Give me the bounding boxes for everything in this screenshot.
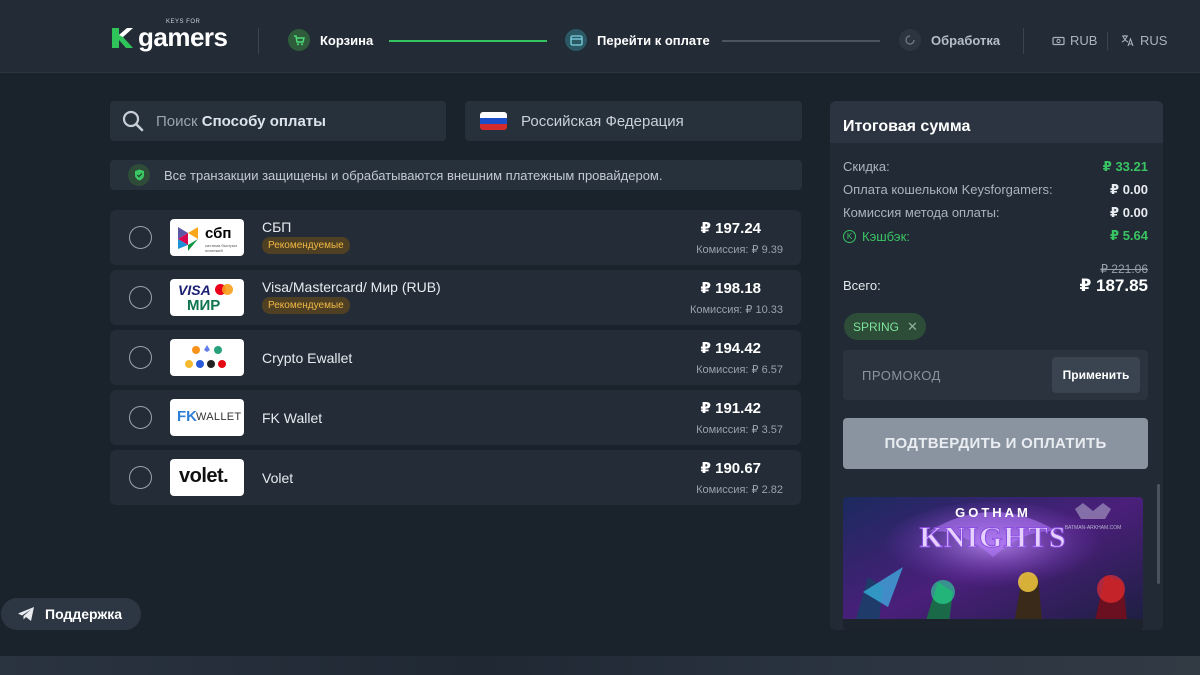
radio-button[interactable] <box>129 226 152 249</box>
translate-icon <box>1121 35 1134 47</box>
support-button[interactable]: Поддержка <box>1 598 141 630</box>
step-progress-line-2 <box>722 40 880 42</box>
sbp-logo: сбп система быстрых платежей <box>170 219 244 256</box>
payment-name: Volet <box>262 470 294 486</box>
payment-price: ₽ 190.67 <box>700 460 761 477</box>
header-divider <box>258 28 259 54</box>
old-price: ₽ 221.06 <box>1100 262 1148 276</box>
summary-scrollbar[interactable] <box>1157 484 1160 584</box>
payment-name: Crypto Ewallet <box>262 350 353 366</box>
fk-logo-text: FK <box>177 408 197 425</box>
payment-price: ₽ 191.42 <box>700 400 761 417</box>
payment-option-crypto[interactable]: Crypto Ewallet ₽ 194.42 Комиссия: ₽ 6.57 <box>110 330 801 385</box>
banner-watermark: BATMAN-ARKHAM.COM <box>1065 525 1122 531</box>
support-label: Поддержка <box>45 606 123 622</box>
russia-flag-icon <box>480 112 507 130</box>
volet-logo: volet. <box>170 459 244 496</box>
visa-logo-text: VISA <box>178 282 211 298</box>
logo-k-icon <box>110 26 134 50</box>
confirm-and-pay-button[interactable]: ПОДТВЕРДИТЬ И ОПЛАТИТЬ <box>843 418 1148 469</box>
logo-text: gamers <box>138 22 228 52</box>
payment-fee: Комиссия: ₽ 6.57 <box>696 364 783 376</box>
promo-code-label: SPRING <box>853 319 900 334</box>
header-divider <box>1107 32 1108 50</box>
logo-small-text: KEYS FOR <box>166 19 201 25</box>
step-cart[interactable]: Корзина <box>288 29 373 51</box>
step-checkout-label: Перейти к оплате <box>597 32 710 48</box>
remove-promo-icon[interactable]: ✕ <box>907 319 918 335</box>
card-icon <box>565 29 587 51</box>
payment-option-visa-mir[interactable]: VISA МИР Visa/Mastercard/ Мир (RUB) Реко… <box>110 270 801 325</box>
payment-price: ₽ 197.24 <box>700 220 761 237</box>
recommended-badge: Рекомендуемые <box>262 237 350 254</box>
summary-row-discount: Скидка: ₽ 33.21 <box>843 159 1148 174</box>
payment-option-volet[interactable]: volet. Volet ₽ 190.67 Комиссия: ₽ 2.82 <box>110 450 801 505</box>
radio-button[interactable] <box>129 466 152 489</box>
payment-price: ₽ 194.42 <box>700 340 761 357</box>
country-label: Российская Федерация <box>521 112 684 130</box>
payment-fee: Комиссия: ₽ 10.33 <box>689 304 783 316</box>
total-price: ₽ 187.85 <box>1079 276 1148 295</box>
total-label: Всего: <box>843 278 881 293</box>
summary-row-cashback: K Кэшбэк: ₽ 5.64 <box>843 228 1148 244</box>
visa-mir-logo: VISA МИР <box>170 279 244 316</box>
site-logo[interactable]: KEYS FOR gamers <box>110 19 228 52</box>
step-cart-label: Корзина <box>320 32 374 48</box>
payment-option-fk-wallet[interactable]: FK WALLET FK Wallet ₽ 191.42 Комиссия: ₽… <box>110 390 801 445</box>
cashback-icon: K <box>843 229 856 243</box>
shield-icon <box>128 164 150 186</box>
apply-promo-button[interactable]: Применить <box>1052 357 1140 393</box>
payment-name: СБП <box>262 219 292 235</box>
payment-price: ₽ 198.18 <box>700 280 761 297</box>
radio-button[interactable] <box>129 406 152 429</box>
order-summary-panel: Итоговая сумма Скидка: ₽ 33.21 Оплата ко… <box>830 101 1163 630</box>
search-icon <box>122 110 144 132</box>
payment-fee: Комиссия: ₽ 3.57 <box>696 424 783 436</box>
banner-title-bottom: KNIGHTS <box>919 521 1066 554</box>
mir-logo-text: МИР <box>187 297 221 314</box>
security-notice: Все транзакции защищены и обрабатываются… <box>110 160 802 190</box>
sbp-logo-subtitle: система быстрых платежей <box>205 243 238 253</box>
processing-icon <box>899 29 921 51</box>
volet-logo-text: volet. <box>179 465 229 487</box>
radio-button[interactable] <box>129 346 152 369</box>
footer-strip <box>0 656 1200 675</box>
payment-name: Visa/Mastercard/ Мир (RUB) <box>262 279 441 295</box>
promo-placeholder: ПРОМОКОД <box>862 368 941 383</box>
header-divider <box>1023 28 1024 54</box>
search-placeholder: Поиск Способу оплаты <box>156 112 326 130</box>
top-header: KEYS FOR gamers Корзина Перейти к оплате… <box>0 0 1200 73</box>
step-progress-line-1 <box>389 40 547 42</box>
currency-selector[interactable]: RUB <box>1052 33 1097 48</box>
recommended-badge: Рекомендуемые <box>262 297 350 314</box>
fk-wallet-logo: FK WALLET <box>170 399 244 436</box>
banner-title-top: GOTHAM <box>955 505 1031 520</box>
language-selector[interactable]: RUS <box>1121 33 1167 48</box>
language-label: RUS <box>1140 33 1168 48</box>
payment-name: FK Wallet <box>262 410 323 426</box>
summary-row-commission: Комиссия метода оплаты: ₽ 0.00 <box>843 205 1148 220</box>
summary-row-wallet: Оплата кошельком Keysforgamers: ₽ 0.00 <box>843 182 1148 197</box>
applied-promo-tag: SPRING ✕ <box>844 313 926 340</box>
payment-option-sbp[interactable]: сбп система быстрых платежей СБП Рекомен… <box>110 210 801 265</box>
country-selector[interactable]: Российская Федерация <box>465 101 802 141</box>
step-processing-label: Обработка <box>931 32 1001 48</box>
step-processing: Обработка <box>899 29 1000 51</box>
wallet-logo-text: WALLET <box>196 411 242 423</box>
sbp-logo-text: сбп <box>205 225 232 242</box>
radio-button[interactable] <box>129 286 152 309</box>
currency-label: RUB <box>1070 33 1098 48</box>
security-notice-text: Все транзакции защищены и обрабатываются… <box>164 167 663 183</box>
search-input[interactable]: Поиск Способу оплаты <box>110 101 446 141</box>
payment-fee: Комиссия: ₽ 9.39 <box>696 244 783 256</box>
summary-title: Итоговая сумма <box>843 118 971 135</box>
crypto-logo <box>170 339 244 376</box>
promo-code-input[interactable]: ПРОМОКОД Применить <box>843 350 1148 400</box>
telegram-icon <box>18 607 34 621</box>
step-checkout[interactable]: Перейти к оплате <box>565 29 710 51</box>
payment-fee: Комиссия: ₽ 2.82 <box>696 484 783 496</box>
game-banner-image[interactable]: GOTHAM KNIGHTS BATMAN-ARKHAM.COM <box>843 497 1143 630</box>
money-icon <box>1052 36 1065 45</box>
cart-icon <box>288 29 310 51</box>
